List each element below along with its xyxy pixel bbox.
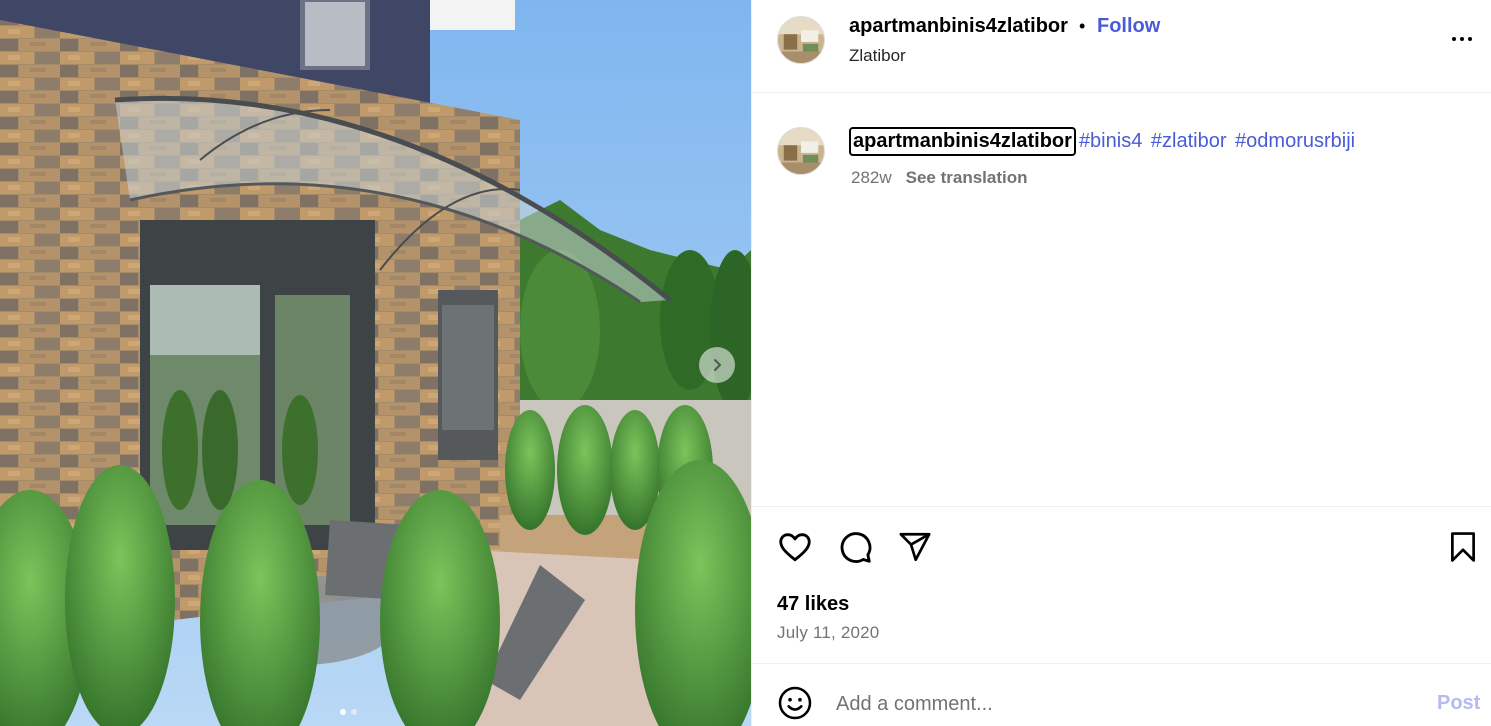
- likes-count[interactable]: 47 likes: [777, 593, 849, 616]
- carousel-dot-active: [340, 709, 346, 715]
- caption-section: apartmanbinis4zlatibor #binis4 #zlatibor …: [752, 93, 1491, 507]
- chevron-right-icon: [714, 359, 721, 371]
- post-header: apartmanbinis4zlatibor • Follow Zlatibor: [752, 0, 1491, 93]
- comment-input[interactable]: [836, 690, 1396, 718]
- hashtag-link[interactable]: #odmorusrbiji: [1235, 130, 1355, 152]
- caption-text: apartmanbinis4zlatibor #binis4 #zlatibor …: [849, 127, 1355, 156]
- comment-bar: Post: [752, 664, 1491, 726]
- caption-meta: 282w See translation: [851, 168, 1028, 188]
- caption-avatar[interactable]: [777, 127, 825, 175]
- share-button[interactable]: [896, 528, 934, 566]
- share-icon: [899, 532, 931, 562]
- emoji-button[interactable]: [776, 684, 814, 722]
- author-avatar[interactable]: [777, 16, 825, 64]
- post-image[interactable]: [0, 0, 751, 726]
- heart-icon: [779, 533, 811, 562]
- post-location[interactable]: Zlatibor: [849, 46, 906, 66]
- comment-button[interactable]: [836, 528, 874, 566]
- post-date: July 11, 2020: [777, 623, 880, 642]
- hashtag-link[interactable]: #zlatibor: [1151, 130, 1227, 152]
- hashtag-link[interactable]: #binis4: [1079, 130, 1142, 152]
- more-options-icon[interactable]: [1447, 29, 1477, 49]
- post-age[interactable]: 282w: [851, 168, 892, 187]
- post-photo: [0, 0, 751, 726]
- post-comment-button[interactable]: Post: [1437, 692, 1480, 715]
- like-button[interactable]: [776, 528, 814, 566]
- caption-username[interactable]: apartmanbinis4zlatibor: [849, 127, 1076, 156]
- avatar-photo: [778, 128, 824, 174]
- see-translation-button[interactable]: See translation: [906, 168, 1028, 187]
- carousel-dot: [351, 709, 357, 715]
- author-username[interactable]: apartmanbinis4zlatibor: [849, 15, 1068, 38]
- save-button[interactable]: [1444, 528, 1482, 566]
- carousel-next-button[interactable]: [699, 347, 735, 383]
- emoji-icon: [778, 686, 812, 720]
- carousel-indicator: [340, 709, 357, 715]
- post-actions: 47 likes July 11, 2020: [752, 507, 1491, 664]
- comment-icon: [840, 532, 872, 563]
- follow-button[interactable]: Follow: [1097, 15, 1160, 38]
- post-details-panel: apartmanbinis4zlatibor • Follow Zlatibor…: [751, 0, 1491, 726]
- separator-dot: •: [1079, 16, 1086, 36]
- bookmark-icon: [1451, 532, 1475, 562]
- avatar-photo: [778, 17, 824, 63]
